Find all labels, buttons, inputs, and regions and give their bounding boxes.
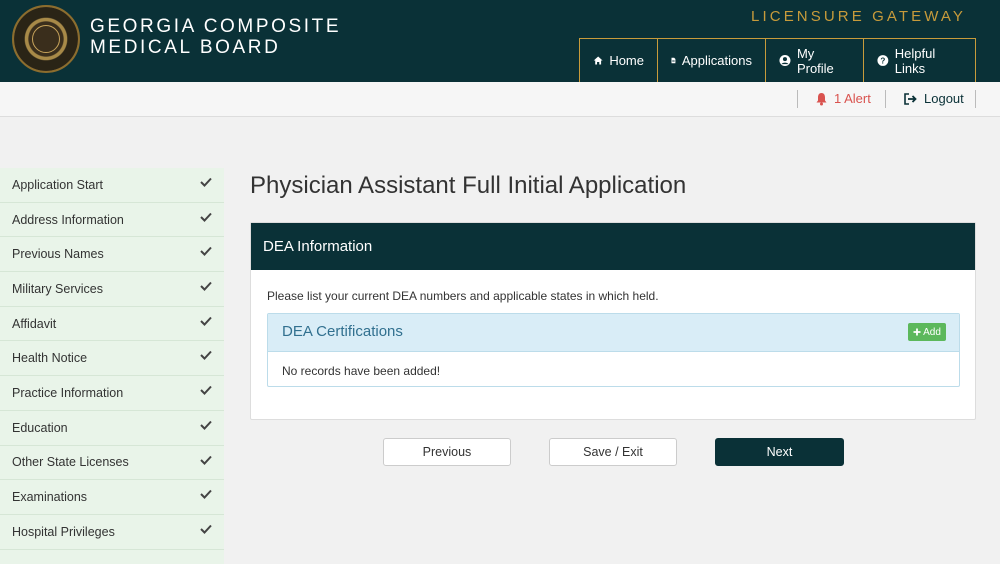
check-icon <box>200 247 212 257</box>
page-title: Physician Assistant Full Initial Applica… <box>250 172 687 199</box>
sidebar-item-partial[interactable] <box>0 549 224 564</box>
sidebar-item-label: Address Information <box>12 212 124 227</box>
check-icon <box>200 420 212 430</box>
bell-icon <box>816 92 827 105</box>
nav-helpful-links-label: Helpful Links <box>894 45 936 76</box>
sidebar-item-affidavit[interactable]: Affidavit <box>0 306 224 342</box>
logout-label: Logout <box>924 91 964 106</box>
logout-link[interactable]: Logout <box>904 91 964 106</box>
sidebar-item-label: Education <box>12 420 68 435</box>
alert-label: 1 Alert <box>834 91 871 106</box>
sidebar-item-label: Hospital Privileges <box>12 524 115 539</box>
sidebar-item-label: Health Notice <box>12 351 88 366</box>
sidebar-item-label: Practice Information <box>12 385 124 400</box>
nav-helpful-links[interactable]: ? Helpful Links <box>863 38 976 82</box>
sign-out-icon <box>904 92 917 105</box>
application-steps-sidebar: Application Start Address Information Pr… <box>0 168 224 564</box>
check-icon <box>200 490 212 500</box>
divider <box>797 90 798 108</box>
divider <box>975 90 976 108</box>
user-icon <box>779 54 791 67</box>
sidebar-item-examinations[interactable]: Examinations <box>0 480 224 515</box>
panel-title: DEA Information <box>251 223 975 270</box>
empty-message: No records have been added! <box>282 364 441 378</box>
dea-certifications-title: DEA Certifications <box>282 323 403 340</box>
sidebar-item-military-services[interactable]: Military Services <box>0 272 224 307</box>
check-icon <box>200 177 212 187</box>
instructions-text: Please list your current DEA numbers and… <box>267 289 659 303</box>
sidebar-item-practice-information[interactable]: Practice Information <box>0 376 224 411</box>
nav-home[interactable]: Home <box>579 38 657 82</box>
sidebar-item-application-start[interactable]: Application Start <box>0 168 224 203</box>
nav-home-label: Home <box>609 53 644 68</box>
sidebar-item-education[interactable]: Education <box>0 410 224 446</box>
divider <box>885 90 886 108</box>
check-icon <box>200 281 212 292</box>
utility-bar: 1 Alert Logout <box>0 82 1000 117</box>
sidebar-item-label: Previous Names <box>12 247 104 262</box>
document-icon <box>671 57 676 64</box>
header-bar: GEORGIA COMPOSITE MEDICAL BOARD LICENSUR… <box>0 0 1000 82</box>
dea-information-panel: DEA Information Please list your current… <box>250 222 976 420</box>
check-icon <box>200 316 212 326</box>
sidebar-item-label: Affidavit <box>12 316 57 331</box>
home-icon <box>593 56 603 65</box>
main-nav: Home Applications My Profile ? Helpful L… <box>579 38 976 82</box>
check-icon <box>200 455 212 465</box>
sidebar-item-hospital-privileges[interactable]: Hospital Privileges <box>0 514 224 550</box>
sidebar-item-address-information[interactable]: Address Information <box>0 202 224 238</box>
board-title-line2: MEDICAL BOARD <box>90 37 281 58</box>
sidebar-item-label: Military Services <box>12 281 103 296</box>
nav-applications-label: Applications <box>681 53 752 68</box>
add-button[interactable]: Add <box>908 323 946 341</box>
plus-icon <box>913 328 921 336</box>
save-exit-button[interactable]: Save / Exit <box>549 438 677 466</box>
sidebar-item-health-notice[interactable]: Health Notice <box>0 341 224 377</box>
check-icon <box>200 351 212 361</box>
check-icon <box>200 212 212 222</box>
sidebar-item-label: Application Start <box>12 177 104 192</box>
sidebar-item-other-state-licenses[interactable]: Other State Licenses <box>0 445 224 481</box>
sidebar-item-previous-names[interactable]: Previous Names <box>0 237 224 273</box>
previous-button[interactable]: Previous <box>383 438 511 466</box>
nav-applications[interactable]: Applications <box>657 38 765 82</box>
georgia-seal-logo <box>12 5 80 73</box>
sidebar-item-label: Other State Licenses <box>12 455 129 470</box>
nav-my-profile-label: My Profile <box>796 45 834 76</box>
question-icon: ? <box>877 55 889 66</box>
dea-certifications-box: DEA Certifications Add No records have b… <box>267 313 960 387</box>
add-button-label: Add <box>923 326 941 338</box>
next-button[interactable]: Next <box>715 438 844 466</box>
check-icon <box>200 385 212 396</box>
nav-my-profile[interactable]: My Profile <box>765 38 863 82</box>
sidebar-item-label: Examinations <box>12 490 88 505</box>
check-icon <box>200 524 212 534</box>
board-title-line1: GEORGIA COMPOSITE <box>90 16 342 37</box>
svg-text:?: ? <box>880 57 885 66</box>
alert-link[interactable]: 1 Alert <box>815 91 871 106</box>
dea-certifications-header: DEA Certifications Add <box>268 314 959 352</box>
board-title: GEORGIA COMPOSITE MEDICAL BOARD <box>90 16 341 58</box>
licensure-gateway-label: LICENSURE GATEWAY <box>751 8 966 25</box>
